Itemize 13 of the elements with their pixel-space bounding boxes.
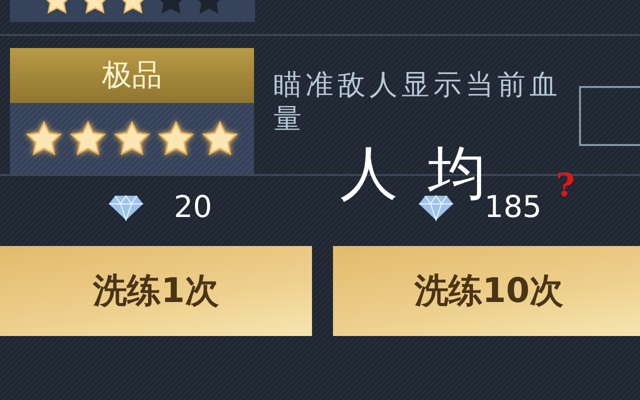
star-icon <box>112 120 151 158</box>
star-icon <box>200 120 239 158</box>
refine-button[interactable]: 洗练10次 <box>333 246 640 336</box>
diamond-icon <box>108 194 144 220</box>
refine-button[interactable]: 洗练1次 <box>0 246 312 336</box>
question-mark: ? <box>556 166 575 204</box>
price-label: 20 <box>174 190 212 224</box>
star-icon <box>156 120 195 158</box>
grade-label: 极品 <box>10 48 254 104</box>
attribute-description: 瞄准敌人显示当前血量 <box>274 68 563 136</box>
star-icon <box>24 120 63 158</box>
side-panel <box>578 86 640 146</box>
star-icon <box>68 120 107 158</box>
